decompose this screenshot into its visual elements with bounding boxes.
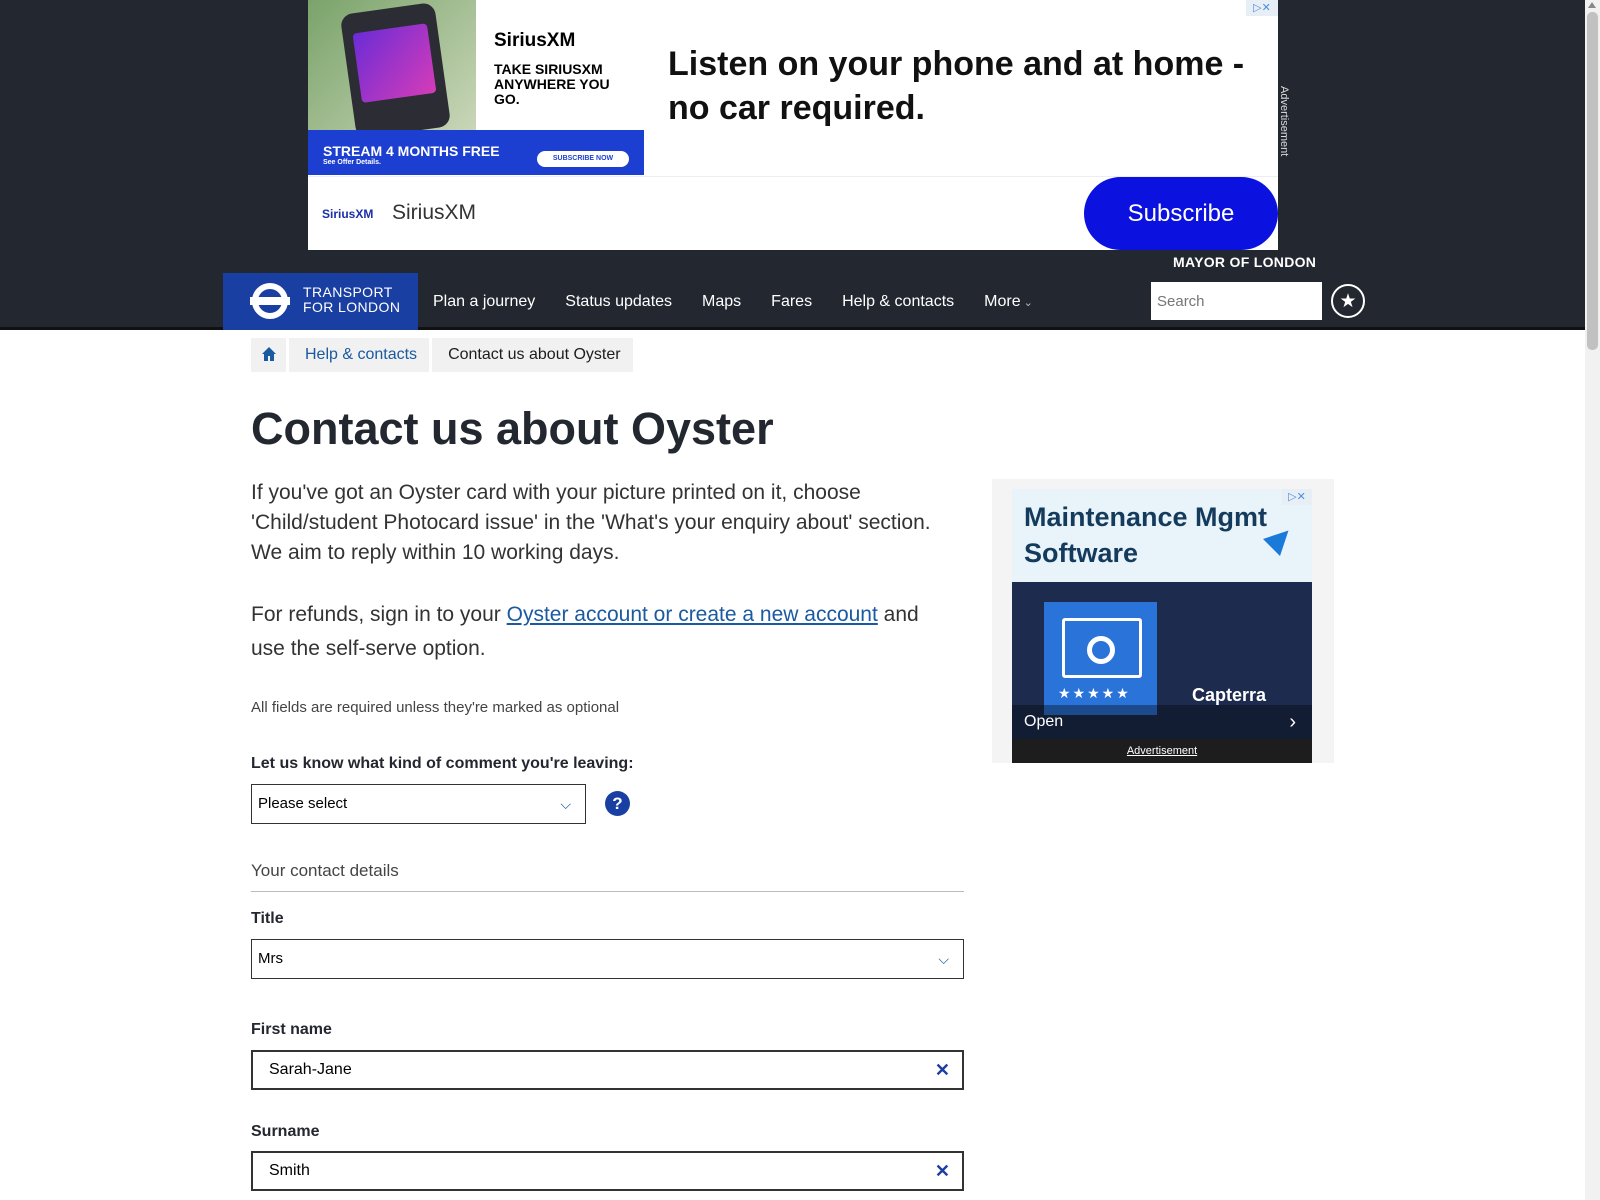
first-name-label: First name xyxy=(251,1021,332,1038)
scrollbar-thumb[interactable] xyxy=(1587,12,1598,350)
nav-more-label: More xyxy=(984,293,1021,310)
brand-line-1: TRANSPORT xyxy=(303,284,393,300)
breadcrumb: Help & contacts Contact us about Oyster xyxy=(251,338,636,372)
tfl-logo[interactable]: TRANSPORT FOR LONDON xyxy=(223,273,418,330)
nav-plan-journey[interactable]: Plan a journey xyxy=(418,273,550,330)
breadcrumb-home[interactable] xyxy=(251,338,289,372)
side-ad-open-button[interactable]: Open › xyxy=(1012,705,1312,739)
main-nav: TRANSPORT FOR LONDON Plan a journey Stat… xyxy=(0,273,1585,330)
page-scrollbar[interactable] xyxy=(1585,0,1600,1200)
page-title: Contact us about Oyster xyxy=(251,403,774,454)
first-name-value: Sarah-Jane xyxy=(269,1061,352,1078)
surname-label: Surname xyxy=(251,1123,320,1140)
nav-more[interactable]: More ⌄ xyxy=(969,273,1048,330)
side-ad-label[interactable]: Advertisement xyxy=(1012,739,1312,763)
side-ad: Maintenance Mgmt Software ★★★★★ Capterra… xyxy=(992,479,1334,763)
comment-type-label: Let us know what kind of comment you're … xyxy=(251,755,634,772)
breadcrumb-current: Contact us about Oyster xyxy=(432,338,636,372)
comment-type-value: Please select xyxy=(258,795,348,812)
side-ad-brand: Capterra xyxy=(1192,685,1267,705)
nav-fares[interactable]: Fares xyxy=(756,273,827,330)
ad-brand-block: SiriusXM TAKE SIRIUSXM ANYWHERE YOU GO. xyxy=(476,0,644,130)
phone-screen xyxy=(352,23,437,103)
ad-image[interactable]: SiriusXM TAKE SIRIUSXM ANYWHERE YOU GO. … xyxy=(308,0,644,175)
required-note: All fields are required unless they're m… xyxy=(251,699,620,716)
ad-sponsor-name: SiriusXM xyxy=(392,201,477,224)
ad-sponsor-row: SiriusXM SiriusXM Subscribe xyxy=(308,176,1278,250)
first-name-input[interactable]: Sarah-Jane ✕ xyxy=(251,1050,964,1090)
top-ad-band: SiriusXM TAKE SIRIUSXM ANYWHERE YOU GO. … xyxy=(0,0,1585,273)
brand-line-2: FOR LONDON xyxy=(303,299,401,315)
nav-maps[interactable]: Maps xyxy=(687,273,756,330)
refund-text: For refunds, sign in to your Oyster acco… xyxy=(251,598,941,666)
nav-help-contacts[interactable]: Help & contacts xyxy=(827,273,969,330)
gear-icon xyxy=(1087,636,1115,664)
software-illustration: ★★★★★ xyxy=(1044,602,1157,715)
contact-details-heading: Your contact details xyxy=(251,861,964,892)
roundel-icon xyxy=(250,283,290,319)
ad-headline[interactable]: Listen on your phone and at home - no ca… xyxy=(668,42,1258,130)
oyster-account-link[interactable]: Oyster account or create a new account xyxy=(507,603,878,626)
window-icon xyxy=(1062,618,1142,678)
breadcrumb-help-contacts[interactable]: Help & contacts xyxy=(289,338,433,372)
ad-subscribe-button[interactable]: Subscribe xyxy=(1084,177,1278,250)
chevron-down-icon: ⌵ xyxy=(560,796,571,812)
title-value: Mrs xyxy=(258,950,283,967)
help-icon[interactable]: ? xyxy=(605,791,630,816)
title-select[interactable]: Mrs ⌵ xyxy=(251,939,964,979)
scroll-up-icon[interactable] xyxy=(1588,2,1596,8)
chevron-down-icon: ⌵ xyxy=(938,951,949,967)
ad-tagline: TAKE SIRIUSXM ANYWHERE YOU GO. xyxy=(494,61,610,107)
title-label: Title xyxy=(251,910,284,927)
nav-status-updates[interactable]: Status updates xyxy=(550,273,687,330)
ad-subscribe-now-button[interactable]: SUBSCRIBE NOW xyxy=(537,151,629,167)
chevron-down-icon: ⌄ xyxy=(1023,297,1033,309)
nav-items: Plan a journey Status updates Maps Fares… xyxy=(418,273,1048,330)
refund-prefix: For refunds, sign in to your xyxy=(251,603,507,626)
ad-photo xyxy=(308,0,476,140)
surname-value: Smith xyxy=(269,1162,310,1179)
ad-choices-icon[interactable]: ▷✕ xyxy=(1282,489,1312,505)
ad-brand: SiriusXM xyxy=(494,30,576,51)
clear-icon[interactable]: ✕ xyxy=(935,1052,950,1088)
mayor-of-london[interactable]: MAYOR OF LONDON xyxy=(1173,254,1316,270)
brand-text: TRANSPORT FOR LONDON xyxy=(303,285,400,315)
clear-icon[interactable]: ✕ xyxy=(935,1153,950,1189)
ad-choices-icon[interactable]: ▷✕ xyxy=(1246,0,1278,16)
top-ad[interactable]: SiriusXM TAKE SIRIUSXM ANYWHERE YOU GO. … xyxy=(308,0,1278,250)
rating-stars-icon: ★★★★★ xyxy=(1058,686,1131,702)
comment-type-select[interactable]: Please select ⌵ xyxy=(251,784,586,824)
ad-offer-bar[interactable]: STREAM 4 MONTHS FREE See Offer Details. … xyxy=(308,130,644,175)
surname-input[interactable]: Smith ✕ xyxy=(251,1151,964,1191)
search-input[interactable] xyxy=(1151,282,1322,320)
star-icon[interactable]: ★ xyxy=(1331,284,1365,318)
phone-image xyxy=(339,1,452,140)
side-ad-creative[interactable]: Maintenance Mgmt Software ★★★★★ Capterra… xyxy=(1012,489,1312,739)
chevron-right-icon: › xyxy=(1289,711,1296,733)
home-icon xyxy=(261,347,276,361)
intro-text: If you've got an Oyster card with your p… xyxy=(251,481,931,564)
ad-small-logo: SiriusXM xyxy=(322,207,374,221)
side-ad-open-label: Open xyxy=(1024,713,1064,730)
ad-label: Advertisement xyxy=(1278,86,1290,157)
